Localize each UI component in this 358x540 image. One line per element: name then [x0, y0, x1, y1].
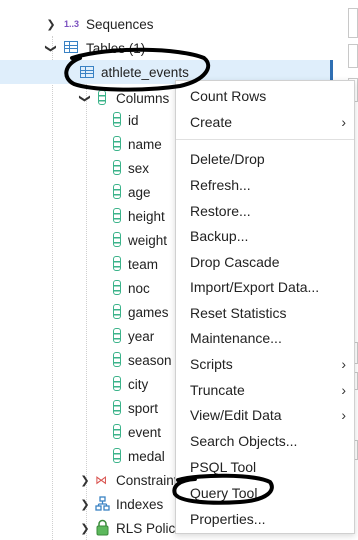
sequences-icon: 1..3	[64, 19, 80, 29]
tables-icon	[64, 41, 78, 53]
constraints-icon: ⋈	[95, 473, 107, 487]
menu-item-refresh[interactable]: Refresh...	[190, 177, 251, 193]
column-label: medal	[128, 448, 165, 464]
column-icon	[113, 424, 121, 439]
column-icon	[113, 136, 121, 151]
menu-item-view-edit-data[interactable]: View/Edit Data	[190, 407, 282, 423]
tree-node-label: athlete_events	[101, 64, 189, 80]
column-icon	[113, 256, 121, 271]
right-panel-fragment	[348, 8, 358, 38]
tree-node-label: Tables (1)	[86, 40, 146, 56]
menu-item-properties[interactable]: Properties...	[190, 511, 265, 527]
column-label: sex	[128, 160, 150, 176]
column-label: id	[128, 112, 139, 128]
chevron-down-icon[interactable]: ❯	[45, 43, 58, 53]
column-label: name	[128, 136, 162, 152]
tree-node-label: Indexes	[116, 496, 164, 512]
column-label: event	[128, 424, 162, 440]
column-label: sport	[128, 400, 159, 416]
menu-item-query-tool[interactable]: Query Tool	[190, 485, 257, 501]
menu-item-search-objects[interactable]: Search Objects...	[190, 433, 297, 449]
chevron-right-icon: ›	[341, 114, 346, 130]
menu-separator	[176, 139, 354, 140]
tree-node-sequences[interactable]: ❯ 1..3 Sequences	[0, 12, 330, 36]
column-label: year	[128, 328, 155, 344]
menu-item-maintenance[interactable]: Maintenance...	[190, 330, 282, 346]
column-icon	[113, 160, 121, 175]
context-menu: Count Rows Create › Delete/Drop Refresh.…	[175, 80, 355, 534]
column-label: season	[128, 352, 172, 368]
table-icon	[80, 66, 94, 78]
tree-node-label: Columns	[116, 90, 170, 106]
menu-item-import-export[interactable]: Import/Export Data...	[190, 279, 319, 295]
columns-icon	[98, 90, 106, 105]
column-label: games	[128, 304, 169, 320]
menu-item-scripts[interactable]: Scripts	[190, 356, 233, 372]
column-icon	[113, 232, 121, 247]
column-icon	[113, 184, 121, 199]
right-panel-fragment	[348, 44, 358, 68]
column-icon	[113, 304, 121, 319]
menu-item-drop-cascade[interactable]: Drop Cascade	[190, 254, 280, 270]
column-label: weight	[128, 232, 168, 248]
column-label: noc	[128, 280, 150, 296]
column-label: team	[128, 256, 159, 272]
chevron-right-icon[interactable]: ❯	[80, 474, 90, 487]
chevron-right-icon: ›	[341, 382, 346, 398]
chevron-right-icon[interactable]: ❯	[80, 498, 90, 511]
chevron-right-icon: ›	[341, 356, 346, 372]
column-label: age	[128, 184, 151, 200]
column-icon	[113, 280, 121, 295]
column-icon	[113, 328, 121, 343]
tree-node-label: Sequences	[86, 16, 154, 32]
menu-item-truncate[interactable]: Truncate	[190, 382, 245, 398]
menu-item-psql-tool[interactable]: PSQL Tool	[190, 459, 256, 475]
lock-icon	[95, 519, 110, 536]
menu-item-create[interactable]: Create	[190, 114, 232, 130]
indexes-icon	[95, 496, 110, 511]
menu-item-delete-drop[interactable]: Delete/Drop	[190, 151, 265, 167]
column-label: city	[128, 376, 149, 392]
column-icon	[113, 352, 121, 367]
column-icon	[113, 112, 121, 127]
column-label: height	[128, 208, 165, 224]
column-icon	[113, 448, 121, 463]
menu-item-reset-statistics[interactable]: Reset Statistics	[190, 305, 286, 321]
column-icon	[113, 400, 121, 415]
chevron-right-icon: ›	[341, 407, 346, 423]
column-icon	[113, 208, 121, 223]
chevron-down-icon[interactable]: ❯	[79, 93, 92, 103]
menu-item-backup[interactable]: Backup...	[190, 228, 248, 244]
tree-node-tables[interactable]: ❯ Tables (1)	[0, 36, 330, 60]
menu-item-count-rows[interactable]: Count Rows	[190, 88, 266, 104]
menu-item-restore[interactable]: Restore...	[190, 203, 251, 219]
column-icon	[113, 376, 121, 391]
chevron-right-icon[interactable]: ❯	[46, 18, 56, 31]
chevron-right-icon[interactable]: ❯	[80, 522, 90, 535]
